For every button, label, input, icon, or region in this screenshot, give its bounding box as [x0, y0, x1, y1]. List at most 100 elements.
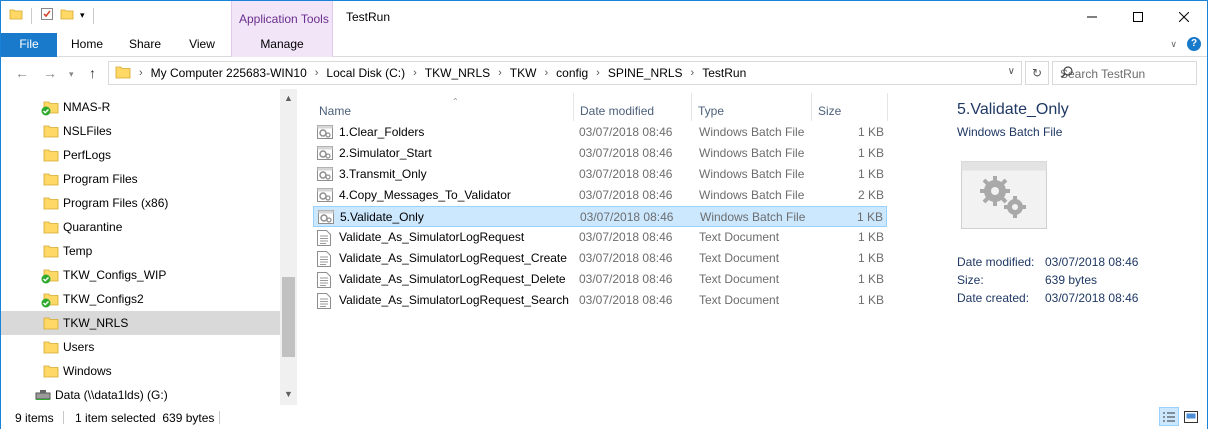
tab-file[interactable]: File	[1, 33, 57, 57]
new-folder-icon[interactable]	[60, 7, 74, 24]
file-name: Validate_As_SimulatorLogRequest_Create	[339, 251, 567, 265]
folder-icon	[43, 244, 59, 261]
file-row[interactable]: Validate_As_SimulatorLogRequest_Delete 03…	[313, 269, 887, 290]
nav-item[interactable]: Users	[1, 335, 280, 359]
chevron-right-icon[interactable]: ›	[498, 67, 502, 79]
details-pane: 5.Validate_Only Windows Batch File Date …	[927, 89, 1207, 405]
file-row[interactable]: 2.Simulator_Start 03/07/2018 08:46 Windows…	[313, 143, 887, 164]
search-icon	[1060, 65, 1191, 82]
properties-icon[interactable]	[40, 7, 54, 24]
chevron-right-icon[interactable]: ›	[596, 67, 600, 79]
file-row[interactable]: 1.Clear_Folders 03/07/2018 08:46 Windows B…	[313, 122, 887, 143]
scroll-down-icon[interactable]: ▼	[284, 389, 293, 399]
nav-scrollbar[interactable]: ▲ ▼	[280, 89, 297, 405]
nav-item-label: Users	[63, 340, 95, 354]
file-name: 3.Transmit_Only	[339, 167, 427, 181]
file-name: 1.Clear_Folders	[339, 125, 425, 139]
minimize-button[interactable]	[1069, 1, 1115, 32]
nav-item[interactable]: NSLFiles	[1, 119, 280, 143]
file-date-modified: 03/07/2018 08:46	[579, 146, 673, 160]
file-size: 1 KB	[856, 210, 883, 224]
text-file-icon	[317, 251, 331, 270]
column-separator[interactable]	[887, 93, 888, 121]
breadcrumb-spine-nrls[interactable]: SPINE_NRLS	[608, 66, 683, 80]
chevron-right-icon[interactable]: ›	[544, 67, 548, 79]
file-type: Text Document	[699, 230, 780, 244]
customize-qat-icon[interactable]: ▾	[80, 10, 85, 21]
ribbon-right-controls: ∨ ?	[1170, 37, 1201, 51]
breadcrumb-config[interactable]: config	[556, 66, 588, 80]
nav-item[interactable]: TKW_Configs_WIP	[1, 263, 280, 287]
back-arrow-icon[interactable]: ←	[15, 65, 29, 81]
file-name: Validate_As_SimulatorLogRequest	[339, 230, 525, 244]
nav-item-label: PerfLogs	[63, 148, 112, 162]
tab-view[interactable]: View	[175, 33, 229, 57]
file-date-modified: 03/07/2018 08:46	[580, 210, 674, 224]
scroll-up-icon[interactable]: ▲	[284, 93, 293, 103]
file-row[interactable]: 4.Copy_Messages_To_Validator 03/07/2018 0…	[313, 185, 887, 206]
nav-item[interactable]: Quarantine	[1, 215, 280, 239]
column-header-name[interactable]: ⌃ Name	[313, 97, 571, 121]
breadcrumb-local-disk[interactable]: Local Disk (C:)	[326, 66, 405, 80]
detail-value-date-modified: 03/07/2018 08:46	[1045, 255, 1139, 269]
chevron-right-icon[interactable]: ›	[691, 67, 695, 79]
nav-item[interactable]: PerfLogs	[1, 143, 280, 167]
maximize-button[interactable]	[1115, 1, 1161, 32]
nav-item[interactable]: Data (\\data1lds) (G:)	[1, 383, 280, 405]
breadcrumb-tkw[interactable]: TKW	[510, 66, 537, 80]
breadcrumb-tkw-nrls[interactable]: TKW_NRLS	[425, 66, 490, 80]
batch-file-icon	[318, 210, 334, 227]
search-input[interactable]: Search TestRun	[1052, 61, 1197, 85]
text-file-icon	[317, 293, 331, 312]
close-button[interactable]	[1161, 1, 1207, 32]
chevron-down-icon[interactable]: ∨	[1008, 66, 1015, 77]
file-date-modified: 03/07/2018 08:46	[579, 293, 673, 307]
file-row[interactable]: 3.Transmit_Only 03/07/2018 08:46 Windows B…	[313, 164, 887, 185]
forward-arrow-icon[interactable]: →	[43, 65, 57, 81]
breadcrumb-testrun[interactable]: TestRun	[702, 66, 746, 80]
file-type: Text Document	[699, 293, 780, 307]
nav-item[interactable]: Temp	[1, 239, 280, 263]
chevron-right-icon[interactable]: ›	[139, 67, 143, 79]
sort-ascending-icon: ⌃	[452, 97, 459, 106]
nav-item-label: Program Files	[63, 172, 138, 186]
file-date-modified: 03/07/2018 08:46	[579, 251, 673, 265]
expand-ribbon-icon[interactable]: ∨	[1170, 39, 1177, 50]
nav-item[interactable]: TKW_NRLS	[1, 311, 280, 335]
nav-item[interactable]: Program Files	[1, 167, 280, 191]
column-header-size[interactable]: Size	[812, 97, 888, 121]
file-size: 1 KB	[857, 272, 884, 286]
column-header-type[interactable]: Type	[692, 97, 810, 121]
up-arrow-icon[interactable]: ↑	[89, 65, 96, 81]
window-controls	[1069, 1, 1207, 32]
breadcrumb-my-computer[interactable]: My Computer 225683-WIN10	[151, 66, 307, 80]
file-date-modified: 03/07/2018 08:46	[579, 188, 673, 202]
chevron-right-icon[interactable]: ›	[413, 67, 417, 79]
status-bar: 9 items 1 item selected 639 bytes	[1, 405, 1207, 429]
large-icons-view-button[interactable]	[1181, 407, 1201, 426]
nav-scroll-thumb[interactable]	[282, 277, 295, 357]
file-type: Windows Batch File	[700, 210, 806, 224]
chevron-right-icon[interactable]: ›	[315, 67, 319, 79]
column-header-label: Type	[698, 104, 725, 118]
tab-share[interactable]: Share	[117, 33, 173, 57]
file-name: 5.Validate_Only	[340, 210, 424, 224]
nav-item[interactable]: Program Files (x86)	[1, 191, 280, 215]
file-type: Windows Batch File	[699, 188, 805, 202]
nav-item[interactable]: NMAS-R	[1, 95, 280, 119]
help-icon[interactable]: ?	[1187, 37, 1201, 51]
refresh-button[interactable]: ↻	[1025, 61, 1049, 85]
nav-item[interactable]: Windows	[1, 359, 280, 383]
file-row[interactable]: Validate_As_SimulatorLogRequest_Search 03…	[313, 290, 887, 311]
recent-locations-icon[interactable]: ▾	[69, 69, 74, 80]
tab-manage[interactable]: Manage	[231, 33, 333, 57]
file-row[interactable]: 5.Validate_Only 03/07/2018 08:46 Windows B…	[313, 206, 887, 227]
file-row[interactable]: Validate_As_SimulatorLogRequest 03/07/201…	[313, 227, 887, 248]
address-bar[interactable]: › My Computer 225683-WIN10 › Local Disk …	[108, 61, 1022, 85]
tab-home[interactable]: Home	[59, 33, 115, 57]
nav-item[interactable]: TKW_Configs2	[1, 287, 280, 311]
file-row[interactable]: Validate_As_SimulatorLogRequest_Create 03…	[313, 248, 887, 269]
folder-icon	[43, 196, 59, 213]
column-header-date[interactable]: Date modified	[574, 97, 690, 121]
details-view-button[interactable]	[1159, 407, 1179, 426]
